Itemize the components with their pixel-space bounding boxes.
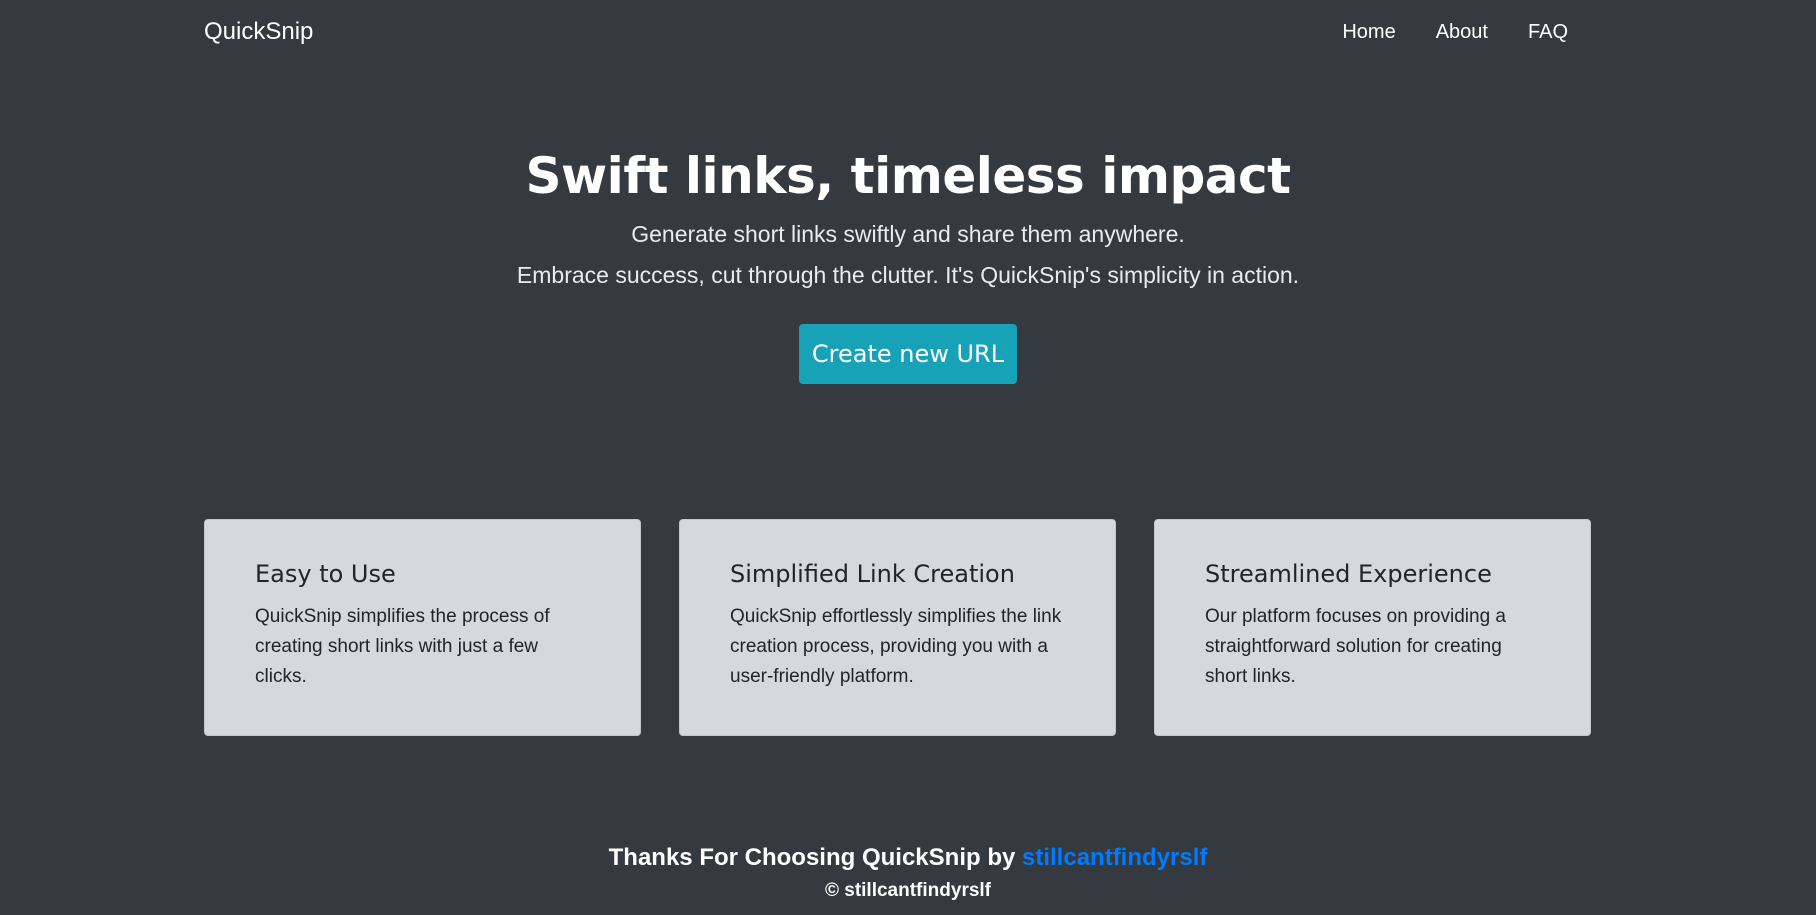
feature-card-streamlined-experience: Streamlined Experience Our platform focu… — [1154, 519, 1591, 736]
nav-link-home[interactable]: Home — [1342, 21, 1395, 44]
feature-card-simplified-link-creation: Simplified Link Creation QuickSnip effor… — [679, 519, 1116, 736]
card-title: Easy to Use — [255, 560, 396, 588]
card-text: QuickSnip effortlessly simplifies the li… — [730, 606, 1062, 687]
feature-card-easy-to-use: Easy to Use QuickSnip simplifies the pro… — [204, 519, 641, 736]
card-title: Streamlined Experience — [1205, 560, 1492, 588]
footer-thanks-text: Thanks For Choosing QuickSnip by — [608, 844, 1022, 871]
page: QuickSnip Home About FAQ Swift links, ti… — [0, 0, 1816, 915]
hero-title: Swift links, timeless impact — [525, 147, 1291, 205]
nav-link-faq[interactable]: FAQ — [1528, 21, 1568, 44]
card-text: QuickSnip simplifies the process of crea… — [255, 606, 550, 687]
brand-logo-link[interactable]: QuickSnip — [204, 18, 313, 46]
author-link[interactable]: stillcantfindyrslf — [1022, 844, 1207, 871]
navbar: QuickSnip Home About FAQ — [204, 0, 1580, 64]
footer-thanks: Thanks For Choosing QuickSnip by stillca… — [0, 840, 1816, 876]
create-new-url-button[interactable]: Create new URL — [799, 324, 1017, 384]
nav-links: Home About FAQ — [1342, 21, 1580, 44]
hero-section: Swift links, timeless impact Generate sh… — [0, 140, 1816, 384]
copyright-text: © stillcantfindyrslf — [824, 880, 992, 901]
nav-link-about[interactable]: About — [1436, 21, 1488, 44]
card-text: Our platform focuses on providing a stra… — [1205, 606, 1506, 687]
hero-subtitle-line-1: Generate short links swiftly and share t… — [631, 221, 1185, 247]
card-title: Simplified Link Creation — [730, 560, 1015, 588]
hero-subtitle-line-2: Embrace success, cut through the clutter… — [516, 262, 1300, 288]
footer: Thanks For Choosing QuickSnip by stillca… — [0, 840, 1816, 906]
feature-cards: Easy to Use QuickSnip simplifies the pro… — [204, 519, 1592, 736]
